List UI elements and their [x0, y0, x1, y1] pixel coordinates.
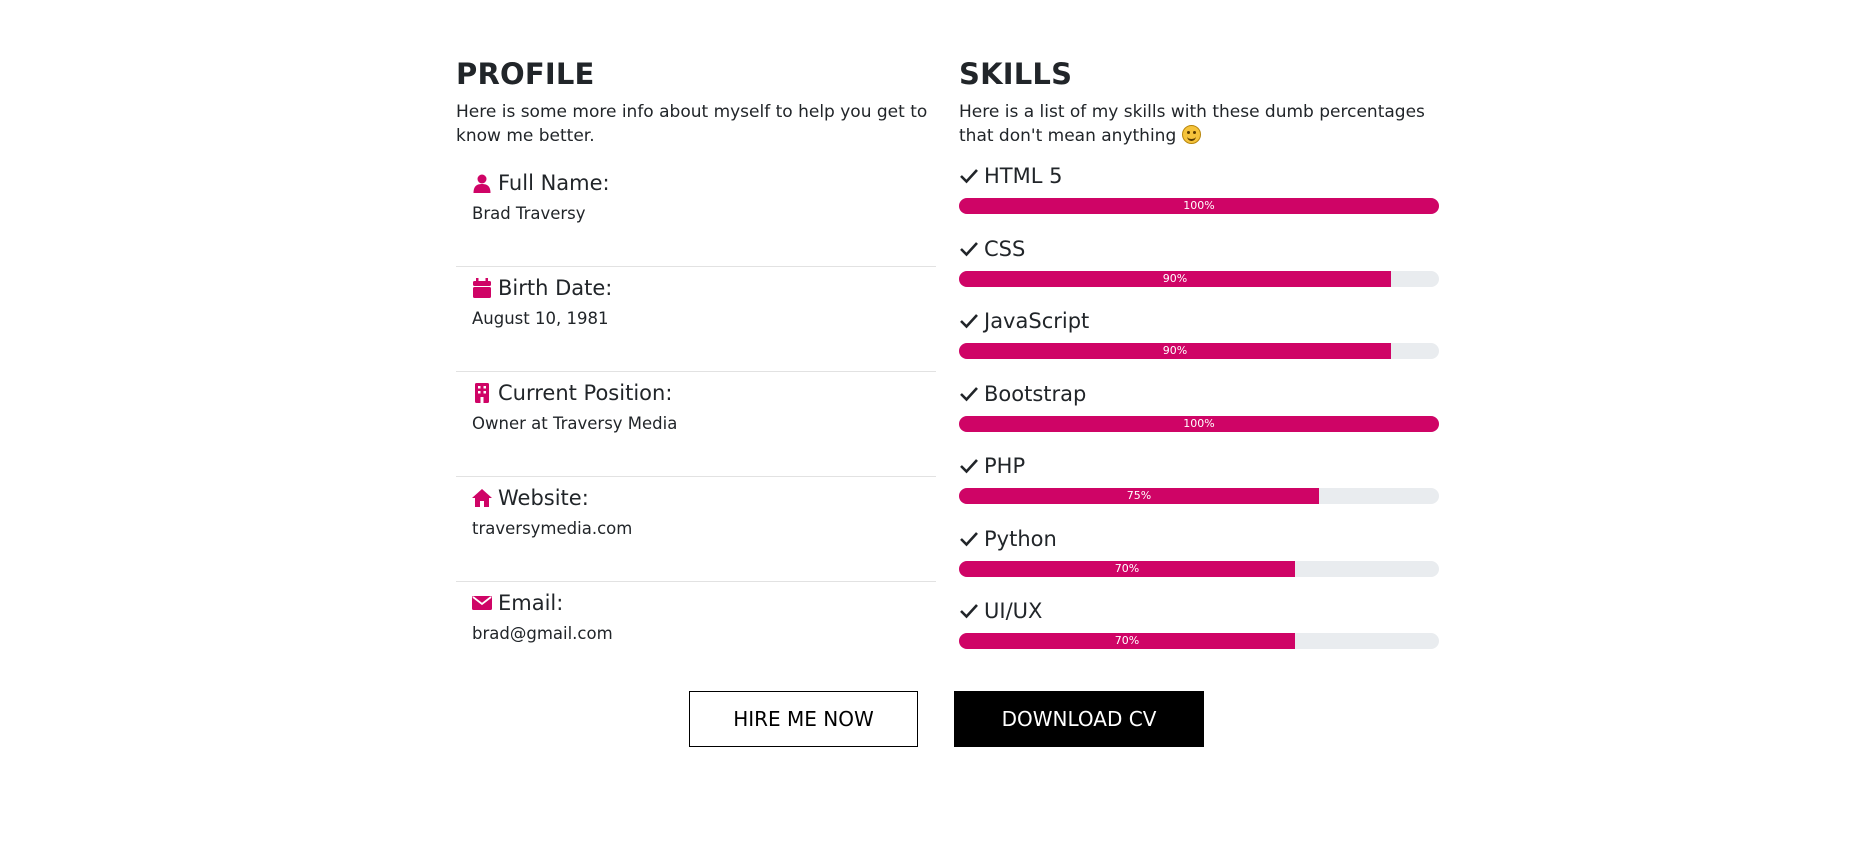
progress-fill: 90%	[959, 343, 1391, 359]
skill-name-text: Bootstrap	[984, 381, 1087, 406]
profile-heading: PROFILE	[456, 57, 595, 91]
progress-fill: 70%	[959, 560, 1295, 577]
skill-item: PHP 75%	[959, 452, 1439, 525]
check-icon	[960, 169, 978, 184]
info-label-text: Full Name:	[498, 171, 610, 195]
progress-bar: 100%	[959, 415, 1439, 432]
check-icon	[960, 314, 978, 329]
progress-fill: 90%	[959, 270, 1391, 287]
skill-name-text: HTML 5	[984, 164, 1063, 188]
skill-item: JavaScript 90%	[959, 307, 1439, 380]
skill-item: Python 70%	[959, 525, 1439, 598]
skill-name-text: Python	[984, 526, 1057, 551]
skills-column: SKILLS Here is a list of my skills with …	[959, 56, 1439, 670]
check-icon	[960, 604, 978, 619]
info-label-text: Email:	[498, 591, 564, 615]
info-item-full-name: Full Name: Brad Traversy	[456, 162, 936, 267]
skill-name-text: CSS	[984, 236, 1026, 261]
download-cv-button[interactable]: DOWNLOAD CV	[954, 691, 1204, 747]
progress-bar: 90%	[959, 270, 1439, 287]
info-value-text: traversymedia.com	[472, 519, 633, 538]
info-item-current-position: Current Position: Owner at Traversy Medi…	[456, 372, 936, 477]
hire-me-button[interactable]: HIRE ME NOW	[689, 691, 918, 747]
check-icon	[960, 386, 978, 401]
progress-bar: 100%	[959, 198, 1439, 214]
building-icon	[475, 383, 489, 403]
skill-item: CSS 90%	[959, 235, 1439, 308]
skills-heading: SKILLS	[959, 57, 1073, 91]
info-item-website: Website: traversymedia.com	[456, 477, 936, 582]
skills-intro: Here is a list of my skills with these d…	[959, 102, 1425, 146]
check-icon	[960, 241, 978, 256]
progress-fill: 100%	[959, 415, 1439, 432]
info-label-text: Current Position:	[498, 381, 673, 405]
progress-bar: 90%	[959, 343, 1439, 359]
skills-list: HTML 5 100% CSS 90% JavaScript 90% Bootstrap 10…	[959, 162, 1439, 670]
check-icon	[960, 459, 978, 474]
progress-fill: 100%	[959, 198, 1439, 214]
info-value-text: Owner at Traversy Media	[472, 414, 678, 433]
calendar-icon	[473, 278, 491, 298]
skill-name-text: UI/UX	[984, 599, 1043, 623]
info-value-text: brad@gmail.com	[472, 624, 613, 643]
progress-bar: 70%	[959, 633, 1439, 649]
info-item-birth-date: Birth Date: August 10, 1981	[456, 267, 936, 372]
profile-intro: Here is some more info about myself to h…	[456, 102, 928, 146]
progress-fill: 75%	[959, 488, 1319, 504]
skill-name-text: PHP	[984, 454, 1026, 478]
profile-column: PROFILE Here is some more info about mys…	[456, 56, 936, 687]
skill-item: HTML 5 100%	[959, 162, 1439, 235]
user-icon	[473, 174, 491, 193]
info-value-text: August 10, 1981	[472, 309, 609, 328]
home-icon	[472, 489, 492, 507]
skill-item: UI/UX 70%	[959, 597, 1439, 670]
progress-fill: 70%	[959, 633, 1295, 649]
info-value-text: Brad Traversy	[472, 204, 586, 223]
info-item-email: Email: brad@gmail.com	[456, 582, 936, 687]
winking-face-icon	[1181, 125, 1201, 144]
info-label-text: Birth Date:	[498, 276, 613, 300]
envelope-icon	[472, 596, 492, 610]
cta-buttons: HIRE ME NOW DOWNLOAD CV	[689, 691, 1204, 747]
info-label-text: Website:	[498, 486, 589, 510]
check-icon	[960, 531, 978, 546]
skill-name-text: JavaScript	[984, 309, 1090, 333]
progress-bar: 75%	[959, 488, 1439, 504]
skill-item: Bootstrap 100%	[959, 380, 1439, 453]
profile-info-list: Full Name: Brad Traversy Birth Date: Aug…	[456, 162, 936, 687]
progress-bar: 70%	[959, 560, 1439, 577]
